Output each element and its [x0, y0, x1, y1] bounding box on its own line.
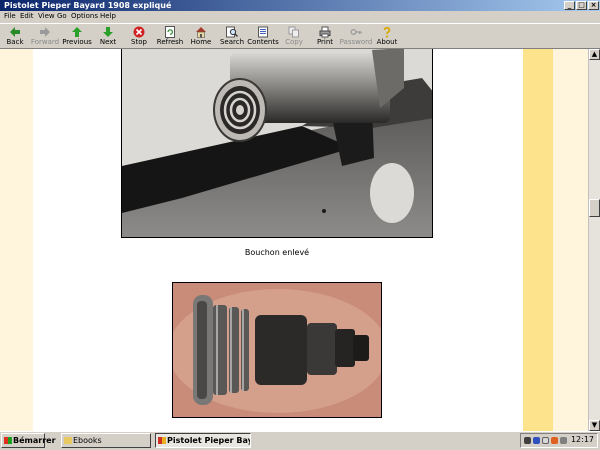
photo-plug-part	[172, 282, 382, 418]
photo-caption: Bouchon enlevé	[244, 248, 310, 257]
left-margin	[0, 49, 33, 431]
window-title: Pistolet Pieper Bayard 1908 expliqué	[4, 1, 172, 10]
windows-flag-icon	[4, 437, 12, 444]
password-icon	[350, 28, 362, 36]
taskbar: Bémarrer Ebooks Pistolet Pieper Bayard..…	[0, 431, 600, 450]
vertical-scrollbar[interactable]: ▲ ▼	[588, 49, 600, 431]
title-bar: Pistolet Pieper Bayard 1908 expliqué _ □…	[0, 0, 600, 11]
page-content: Bouchon enlevé	[0, 49, 588, 431]
minimize-button[interactable]: _	[564, 1, 575, 10]
back-arrow-icon	[10, 27, 20, 37]
menu-bar: File Edit View Go Options Help	[0, 11, 600, 23]
forward-arrow-icon	[40, 27, 50, 37]
toolbar: Back Forward Previous Next Stop Refresh …	[0, 23, 600, 49]
tray-display-icon[interactable]	[560, 437, 567, 444]
menu-help[interactable]: Help	[100, 12, 116, 20]
scroll-up-arrow-icon[interactable]: ▲	[589, 49, 600, 60]
stop-icon	[133, 26, 145, 38]
refresh-icon	[165, 26, 175, 38]
menu-file[interactable]: File	[4, 12, 16, 20]
ebook-app-icon	[158, 437, 166, 444]
menu-edit[interactable]: Edit	[20, 12, 34, 20]
search-icon	[226, 26, 238, 38]
tray-network-icon[interactable]	[533, 437, 540, 444]
scroll-down-arrow-icon[interactable]: ▼	[589, 420, 600, 431]
task-ebooks[interactable]: Ebooks	[61, 433, 151, 448]
about-label: About	[376, 38, 398, 46]
plug-part-image	[173, 283, 381, 417]
forward-label: Forward	[30, 38, 60, 46]
pistol-barrel-image	[122, 49, 432, 237]
down-arrow-icon	[103, 27, 113, 37]
task-pistolet-label: Pistolet Pieper Bayard...	[167, 436, 250, 445]
folder-icon	[64, 437, 72, 444]
menu-go[interactable]: Go	[57, 12, 67, 20]
taskbar-clock: 12:17	[570, 435, 594, 444]
task-pistolet[interactable]: Pistolet Pieper Bayard...	[155, 433, 251, 448]
menu-options[interactable]: Options	[71, 12, 98, 20]
system-tray: 12:17	[520, 433, 598, 448]
start-button[interactable]: Bémarrer	[1, 433, 56, 448]
about-button[interactable]: About	[369, 25, 405, 49]
menu-view[interactable]: View	[38, 12, 55, 20]
cream-stripe	[553, 49, 588, 431]
scrollbar-thumb[interactable]	[589, 199, 600, 217]
home-icon	[196, 27, 206, 38]
close-button[interactable]: ×	[588, 1, 599, 10]
tray-volume-icon[interactable]	[542, 437, 549, 444]
up-arrow-icon	[72, 27, 82, 37]
task-ebooks-label: Ebooks	[73, 436, 102, 445]
tray-security-icon[interactable]	[551, 437, 558, 444]
maximize-button[interactable]: □	[576, 1, 587, 10]
tray-arrows-icon[interactable]	[524, 437, 531, 444]
start-label: Bémarrer	[13, 436, 56, 445]
photo-pistol-barrel	[121, 49, 433, 238]
gold-stripe	[523, 49, 553, 431]
contents-icon	[258, 26, 268, 38]
forward-button[interactable]: Forward	[27, 25, 63, 49]
about-icon	[383, 26, 391, 38]
copy-icon	[288, 26, 299, 38]
print-icon	[319, 26, 331, 38]
